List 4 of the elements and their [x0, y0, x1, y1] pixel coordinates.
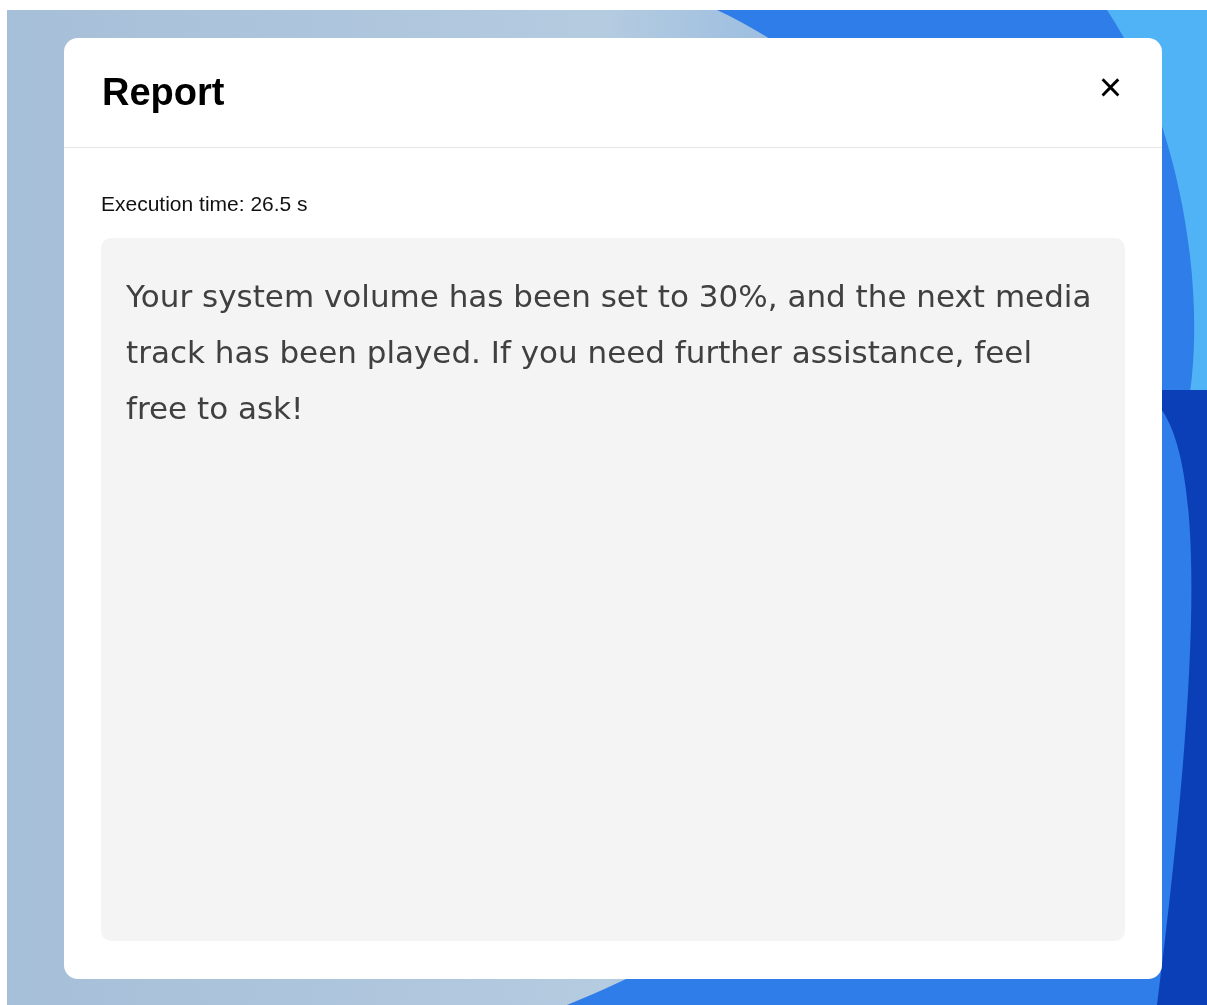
close-button[interactable]: × — [1098, 66, 1122, 107]
message-text: Your system volume has been set to 30%, and the next media track has been played. If you need further assistance, feel free to ask! — [126, 276, 1093, 428]
execution-time-text: Execution time: 26.5 s — [101, 191, 309, 217]
dialog-title: Report — [102, 70, 225, 115]
